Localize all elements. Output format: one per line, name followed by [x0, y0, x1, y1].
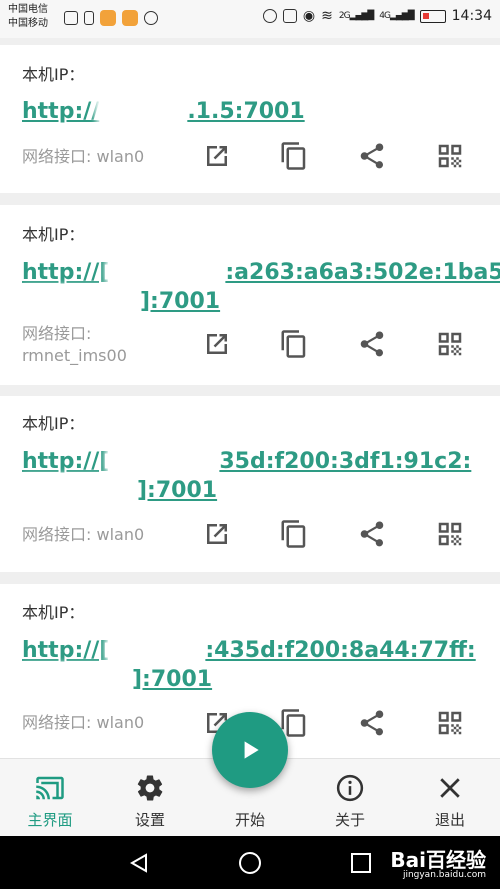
open-link-button[interactable]: [200, 139, 234, 173]
redacted-area: [109, 638, 206, 660]
share-button[interactable]: [355, 327, 389, 361]
wifi-icon: ≋: [321, 8, 333, 24]
qr-code-button[interactable]: [433, 139, 467, 173]
interface-label: 网络接口: wlan0: [22, 147, 145, 166]
nav-exit-label: 退出: [434, 811, 465, 829]
redacted-area: [22, 667, 132, 689]
share-button[interactable]: [355, 706, 389, 740]
share-icon: [360, 331, 384, 357]
ip-url-link[interactable]: http://[:435d:f200:8a44:77ff:: [22, 636, 476, 665]
status-bar: 中国电信 中国移动 ◉ ≋ 2G▂▄▆█ 4G▂▄▆█ 14:34: [0, 0, 500, 38]
back-icon[interactable]: [128, 852, 150, 874]
interface-label: 网络接口: rmnet_ims00: [22, 324, 127, 365]
carrier-2: 中国移动: [8, 18, 48, 29]
share-icon: [360, 710, 384, 736]
qr-code-icon: [438, 522, 462, 546]
nav-about-label: 关于: [334, 811, 365, 829]
watermark-site: jingyan.baidu.com: [402, 870, 486, 880]
copy-button[interactable]: [277, 327, 311, 361]
signal-2g: 2G▂▄▆█: [338, 11, 374, 21]
recents-icon[interactable]: [350, 852, 372, 874]
open-link-button[interactable]: [200, 327, 234, 361]
nav-settings-label: 设置: [134, 811, 165, 829]
redacted-area: [99, 99, 188, 121]
qr-code-button[interactable]: [433, 327, 467, 361]
android-notification-icon: [144, 11, 158, 25]
redacted-area: [22, 289, 140, 311]
alarm-icon: [262, 9, 277, 23]
ip-label: 本机IP：: [22, 603, 85, 622]
ip-url-link[interactable]: http://.1.5:7001: [22, 97, 305, 126]
ip-url-link-line2[interactable]: ]:7001: [22, 287, 220, 316]
nav-settings[interactable]: 设置: [100, 773, 200, 830]
eye-icon: ◉: [302, 8, 316, 24]
system-navigation-bar: Bai百经验 jingyan.baidu.com: [0, 836, 500, 889]
video-notification-icon: [122, 10, 138, 26]
qr-code-button[interactable]: [433, 706, 467, 740]
close-icon: [440, 778, 460, 798]
redacted-area: [22, 478, 137, 500]
ip-url-link[interactable]: http://[:a263:a6a3:502e:1ba5:: [22, 258, 500, 287]
qr-code-icon: [438, 711, 462, 735]
watermark-logo: Bai百经验: [390, 848, 486, 872]
play-icon: [244, 741, 259, 759]
redacted-area: [109, 449, 220, 471]
nav-home[interactable]: 主界面: [0, 773, 100, 830]
share-icon: [360, 143, 384, 169]
open-external-icon: [207, 146, 227, 166]
carrier-names: 中国电信 中国移动: [8, 3, 48, 31]
lock-notification-icon: [84, 11, 94, 25]
redacted-area: [109, 260, 226, 282]
qr-code-button[interactable]: [433, 517, 467, 551]
nav-home-label: 主界面: [27, 811, 73, 829]
ip-url-link-line2[interactable]: ]:7001: [22, 476, 217, 505]
hd-icon: [282, 9, 297, 23]
notification-icons: [64, 10, 158, 26]
ip-label: 本机IP：: [22, 414, 85, 433]
share-icon: [360, 521, 384, 547]
qr-code-icon: [438, 332, 462, 356]
ip-label: 本机IP：: [22, 65, 85, 84]
ip-card: 本机IP： http://[35d:f200:3df1:91c2: ]:7001…: [0, 396, 500, 572]
cast-notification-icon: [64, 11, 78, 25]
nav-exit[interactable]: 退出: [400, 773, 500, 830]
battery-icon: [419, 9, 446, 23]
ip-card: 本机IP： http://.1.5:7001 网络接口: wlan0: [0, 45, 500, 193]
qr-code-icon: [438, 144, 462, 168]
signal-4g: 4G▂▄▆█: [379, 11, 414, 21]
open-external-icon: [207, 334, 227, 354]
open-external-icon: [207, 524, 227, 544]
ip-url-link[interactable]: http://[35d:f200:3df1:91c2:: [22, 447, 471, 476]
copy-icon: [281, 520, 306, 548]
share-button[interactable]: [355, 139, 389, 173]
ip-url-link-line2[interactable]: ]:7001: [22, 665, 212, 694]
interface-label: 网络接口: wlan0: [22, 713, 145, 732]
nav-about[interactable]: 关于: [300, 773, 400, 830]
clock: 14:34: [451, 8, 492, 24]
app-notification-icon: [100, 10, 116, 26]
interface-label: 网络接口: wlan0: [22, 525, 145, 544]
ip-card: 本机IP： http://[:a263:a6a3:502e:1ba5: ]:70…: [0, 205, 500, 385]
status-right: ◉ ≋ 2G▂▄▆█ 4G▂▄▆█ 14:34: [262, 8, 492, 24]
gear-icon: [137, 775, 163, 801]
cast-icon: [36, 776, 64, 800]
share-button[interactable]: [355, 517, 389, 551]
open-link-button[interactable]: [200, 517, 234, 551]
home-circle-icon[interactable]: [238, 851, 262, 875]
copy-button[interactable]: [277, 139, 311, 173]
copy-icon: [281, 330, 306, 358]
info-icon: [336, 774, 364, 802]
carrier-1: 中国电信: [8, 4, 48, 15]
start-fab-button[interactable]: [212, 712, 288, 788]
nav-start-label: 开始: [234, 811, 265, 829]
copy-icon: [281, 142, 306, 170]
copy-button[interactable]: [277, 517, 311, 551]
ip-label: 本机IP：: [22, 225, 85, 244]
